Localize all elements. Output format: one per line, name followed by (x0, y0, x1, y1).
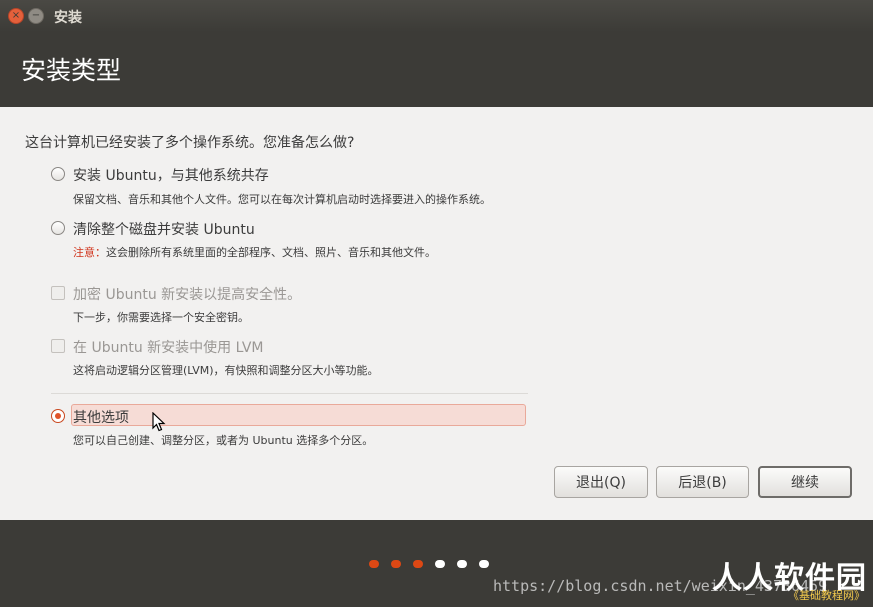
option-erase-disk-desc: 注意：这会删除所有系统里面的全部程序、文档、照片、音乐和其他文件。 (73, 244, 436, 260)
back-button[interactable]: 后退(B) (656, 466, 749, 498)
option-install-alongside-radio[interactable] (51, 167, 65, 181)
watermark-subtitle: 《基础教程网》 (788, 589, 865, 602)
check-encrypt-label[interactable]: 加密 Ubuntu 新安装以提高安全性。 (73, 284, 301, 304)
warning-text: 这会删除所有系统里面的全部程序、文档、照片、音乐和其他文件。 (106, 246, 436, 259)
warning-prefix: 注意： (73, 246, 106, 259)
check-encrypt-desc: 下一步，你需要选择一个安全密钥。 (73, 311, 249, 324)
page-title: 安装类型 (21, 56, 122, 85)
footer: https://blog.csdn.net/weixin_43736459 人人… (0, 520, 873, 607)
main-content: 这台计算机已经安装了多个操作系统。您准备怎么做? 安装 Ubuntu，与其他系统… (0, 107, 873, 520)
progress-dot (457, 560, 467, 568)
option-erase-disk-label[interactable]: 清除整个磁盘并安装 Ubuntu (73, 219, 255, 239)
continue-button[interactable]: 继续 (758, 466, 852, 498)
progress-dot (369, 560, 379, 568)
progress-dot (413, 560, 423, 568)
check-lvm-desc: 这将启动逻辑分区管理(LVM)，有快照和调整分区大小等功能。 (73, 364, 379, 377)
progress-dot (479, 560, 489, 568)
close-icon: × (11, 10, 21, 21)
window-minimize-button[interactable]: − (28, 8, 44, 24)
quit-button[interactable]: 退出(Q) (554, 466, 648, 498)
window-close-button[interactable]: × (8, 8, 24, 24)
minimize-icon: − (31, 10, 41, 21)
check-lvm-box[interactable] (51, 339, 65, 353)
option-install-alongside-desc: 保留文档、音乐和其他个人文件。您可以在每次计算机启动时选择要进入的操作系统。 (73, 193, 491, 206)
check-lvm-label[interactable]: 在 Ubuntu 新安装中使用 LVM (73, 337, 264, 357)
progress-dot (391, 560, 401, 568)
separator (51, 393, 528, 394)
page-header: 安装类型 (0, 32, 873, 107)
option-something-else-desc: 您可以自己创建、调整分区，或者为 Ubuntu 选择多个分区。 (73, 434, 374, 447)
progress-dots (369, 560, 489, 568)
option-erase-disk-radio[interactable] (51, 221, 65, 235)
option-install-alongside-label[interactable]: 安装 Ubuntu，与其他系统共存 (73, 165, 269, 185)
window-title: 安装 (54, 10, 82, 26)
progress-dot (435, 560, 445, 568)
question-text: 这台计算机已经安装了多个操作系统。您准备怎么做? (25, 135, 355, 151)
mouse-cursor-icon (152, 412, 166, 432)
selected-highlight (71, 404, 526, 426)
check-encrypt-box[interactable] (51, 286, 65, 300)
window-titlebar: × − 安装 (0, 0, 873, 32)
option-something-else-label[interactable]: 其他选项 (73, 407, 129, 427)
option-something-else-radio[interactable] (51, 409, 65, 423)
